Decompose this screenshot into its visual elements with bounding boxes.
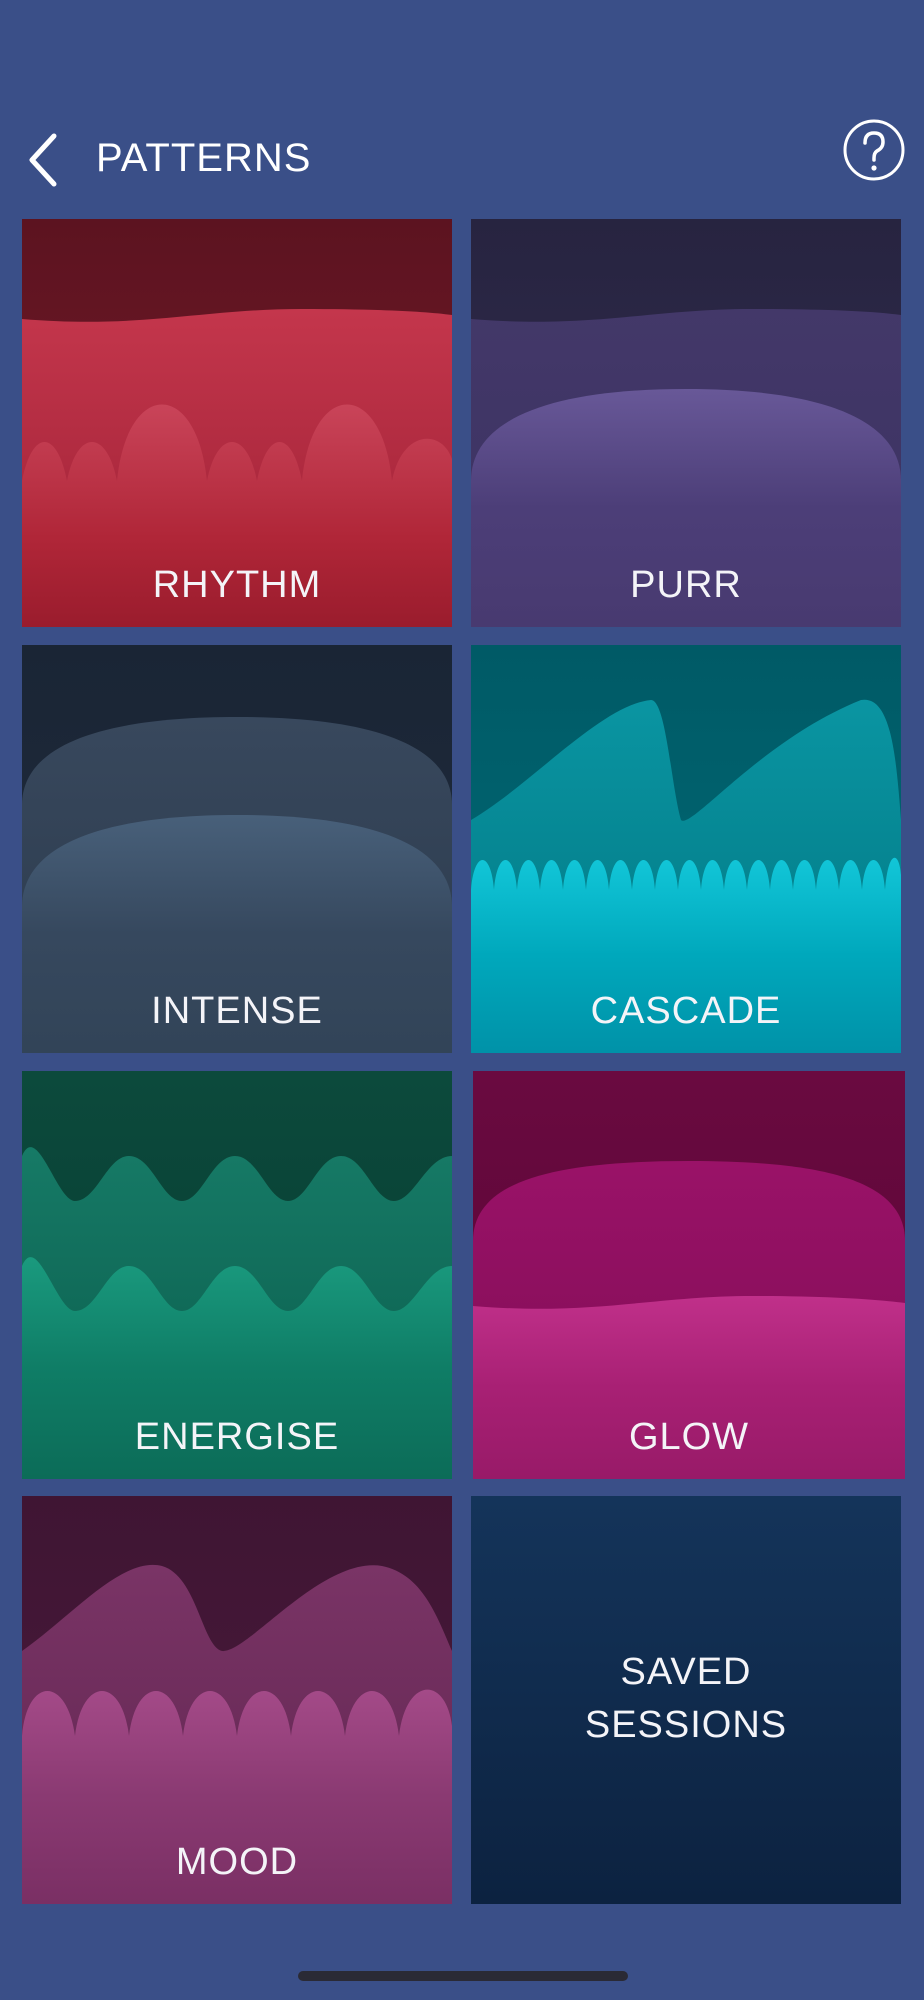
pattern-tile-energise[interactable]: ENERGISE (22, 1071, 452, 1479)
tile-label: MOOD (175, 1841, 299, 1883)
home-indicator (298, 1971, 628, 1981)
tile-label: RHYTHM (152, 564, 322, 606)
pattern-tile-purr[interactable]: PURR (471, 219, 901, 627)
page-title: PATTERNS (96, 136, 312, 180)
header: PATTERNS (0, 100, 924, 220)
pattern-tile-intense[interactable]: INTENSE (22, 645, 452, 1053)
tile-label: CASCADE (590, 990, 782, 1032)
tile-label: INTENSE (151, 990, 323, 1032)
tile-label: GLOW (628, 1416, 750, 1458)
pattern-tile-mood[interactable]: MOOD (22, 1496, 452, 1904)
pattern-tile-rhythm[interactable]: RHYTHM (22, 219, 452, 627)
pattern-tile-cascade[interactable]: CASCADE (471, 645, 901, 1053)
chevron-left-icon (29, 133, 57, 187)
tile-label: ENERGISE (134, 1416, 340, 1458)
tile-label: PURR (630, 564, 742, 606)
help-button[interactable] (842, 118, 906, 182)
back-button[interactable] (26, 130, 66, 190)
saved-sessions-tile[interactable]: SAVED SESSIONS (471, 1496, 901, 1904)
question-circle-icon (843, 119, 905, 181)
pattern-tile-glow[interactable]: GLOW (473, 1071, 905, 1479)
saved-sessions-background (471, 1496, 901, 1904)
saved-sessions-label-line2: SESSIONS (584, 1704, 788, 1746)
saved-sessions-label-line1: SAVED (620, 1651, 752, 1693)
